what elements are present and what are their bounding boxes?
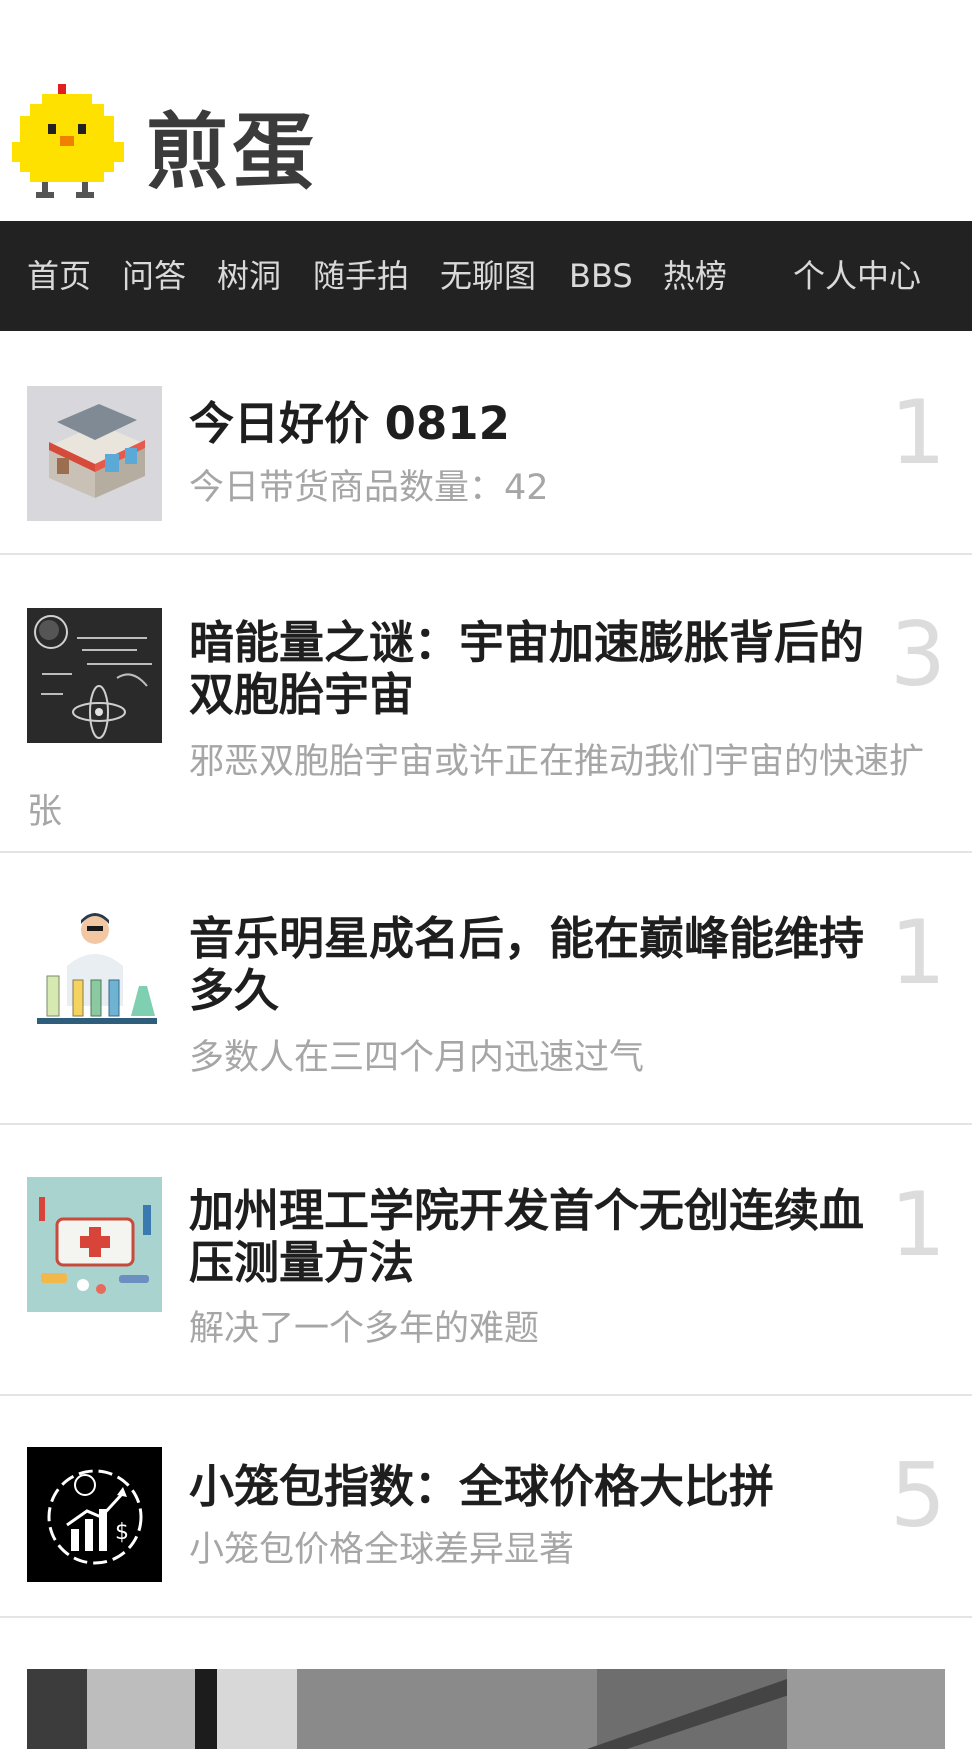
comment-count[interactable]: 1	[890, 1181, 946, 1269]
post-thumbnail[interactable]	[27, 1177, 162, 1312]
comment-count[interactable]: 3	[890, 611, 946, 699]
post-title[interactable]: 小笼包指数：全球价格大比拼	[189, 1461, 879, 1513]
post-summary: 解决了一个多年的难题	[189, 1309, 540, 1349]
nav-item-user-center[interactable]: 个人中心	[793, 254, 921, 298]
list-item[interactable]: 暗能量之谜：宇宙加速膨胀背后的双胞胎宇宙 邪恶双胞胎宇宙或许正在推动我们宇宙的快…	[0, 555, 972, 853]
post-summary: 多数人在三四个月内迅速过气	[189, 1038, 645, 1078]
featured-image-banner[interactable]	[27, 1669, 945, 1749]
featured-photo-icon	[27, 1669, 945, 1749]
list-item[interactable]: 今日好价 0812 今日带货商品数量：42 1	[0, 331, 972, 555]
list-item[interactable]: 加州理工学院开发首个无创连续血压测量方法 解决了一个多年的难题 1	[0, 1125, 972, 1396]
post-title[interactable]: 暗能量之谜：宇宙加速膨胀背后的双胞胎宇宙	[189, 617, 879, 721]
main-nav: 首页 问答 树洞 随手拍 无聊图 BBS 热榜 个人中心	[0, 221, 972, 331]
post-summary: 邪恶双胞胎宇宙或许正在推动我们宇宙的快速扩张	[27, 742, 925, 832]
post-list: 今日好价 0812 今日带货商品数量：42 1 暗能量之谜：宇宙加速膨胀背后的双…	[0, 331, 972, 1618]
nav-item-hot[interactable]: 热榜	[663, 254, 727, 298]
list-item[interactable]: $ 小笼包指数：全球价格大比拼 小笼包价格全球差异显著 5	[0, 1396, 972, 1618]
comment-count[interactable]: 1	[890, 909, 946, 997]
nav-item-treehole[interactable]: 树洞	[217, 254, 281, 298]
list-item[interactable]: 音乐明星成名后，能在巅峰能维持多久 多数人在三四个月内迅速过气 1	[0, 853, 972, 1125]
nav-item-bbs[interactable]: BBS	[569, 254, 633, 298]
chalkboard-physics-illustration-icon	[27, 608, 162, 743]
nav-item-home[interactable]: 首页	[27, 254, 91, 298]
post-summary: 小笼包价格全球差异显著	[189, 1530, 575, 1570]
comment-count[interactable]: 5	[890, 1452, 946, 1540]
scientist-lab-illustration-icon	[27, 906, 162, 1041]
nav-item-snapshots[interactable]: 随手拍	[313, 254, 409, 298]
comment-count[interactable]: 1	[890, 389, 946, 477]
nav-item-qa[interactable]: 问答	[122, 254, 186, 298]
post-thumbnail[interactable]	[27, 906, 162, 1041]
site-logo-text: 煎蛋	[146, 105, 319, 200]
post-title[interactable]: 加州理工学院开发首个无创连续血压测量方法	[189, 1185, 879, 1289]
post-summary: 今日带货商品数量：42	[189, 468, 549, 508]
site-header: 煎蛋	[0, 0, 972, 221]
medical-kit-illustration-icon	[27, 1177, 162, 1312]
post-title[interactable]: 今日好价 0812	[189, 398, 879, 450]
nav-item-funny-pics[interactable]: 无聊图	[440, 254, 536, 298]
post-title[interactable]: 音乐明星成名后，能在巅峰能维持多久	[189, 913, 879, 1017]
post-thumbnail[interactable]	[27, 608, 162, 743]
